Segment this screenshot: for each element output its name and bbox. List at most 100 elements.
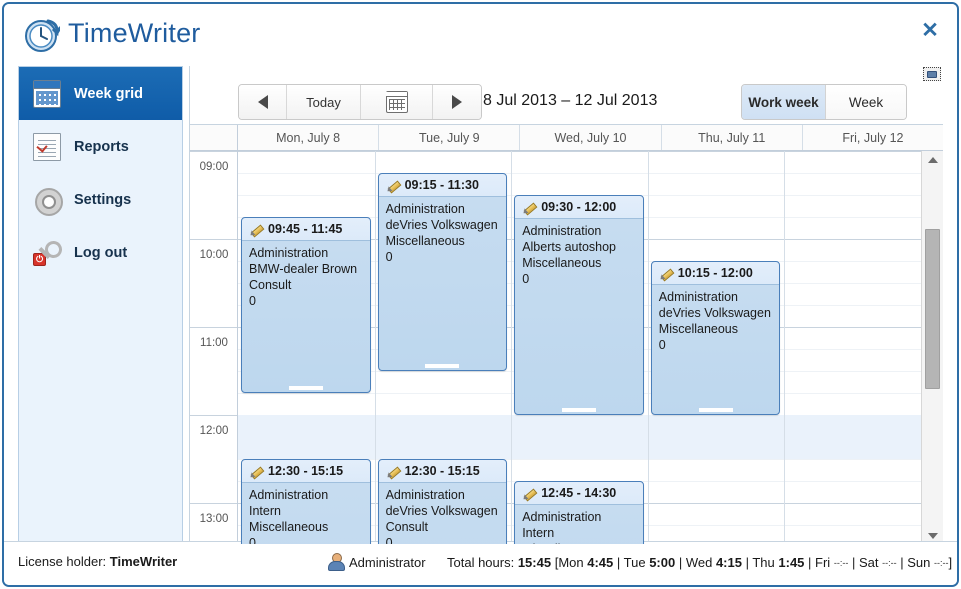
tab-week[interactable]: Week: [826, 85, 906, 119]
event-time: 12:45 - 14:30: [541, 486, 617, 500]
day-total-value: --:--: [833, 558, 849, 568]
hour-label: 10:00: [199, 249, 229, 261]
week-grid: Mon, July 8 Tue, July 9 Wed, July 10 Thu…: [190, 124, 943, 544]
event-header: 12:30 - 15:15: [378, 460, 507, 483]
day-column-separator: [511, 151, 513, 544]
highlighted-time-band: [238, 415, 921, 459]
event-body: Administration deVries Volkswagen Miscella…: [379, 197, 507, 265]
event-resize-handle[interactable]: [425, 364, 460, 366]
event-detail-line: deVries Volkswagen: [385, 504, 498, 518]
calendar-event[interactable]: 12:30 - 15:15 Administration Intern Miscell…: [241, 459, 371, 544]
calendar-icon: [33, 79, 61, 108]
event-detail-line: Miscellaneous: [385, 234, 465, 248]
hour-gridline: [238, 151, 921, 152]
calendar-event[interactable]: 10:15 - 12:00 Administration deVries Volks…: [650, 261, 781, 415]
calendar-event[interactable]: 12:30 - 15:15 Administration deVries Volks…: [377, 459, 508, 544]
event-detail-line: 0: [249, 294, 256, 308]
event-detail-line: deVries Volkswagen: [385, 218, 498, 232]
event-time: 09:30 - 12:00: [541, 200, 617, 214]
tab-work-week[interactable]: Work week: [742, 85, 826, 119]
prev-week-button[interactable]: [239, 85, 287, 119]
app-title: TimeWriter: [68, 18, 201, 48]
vertical-scrollbar[interactable]: [921, 151, 943, 544]
event-detail-line: Intern: [522, 526, 555, 540]
hour-label: 09:00: [199, 161, 229, 173]
day-header-row: Mon, July 8 Tue, July 9 Wed, July 10 Thu…: [190, 125, 943, 151]
date-range-label: 8 Jul 2013 – 12 Jul 2013: [483, 92, 658, 109]
calendar-event[interactable]: 09:45 - 11:45 Administration BMW-dealer Br…: [241, 217, 371, 393]
event-body: AdministrationInternMiscellaneous0: [515, 505, 643, 544]
time-gutter-header: [190, 125, 238, 150]
event-header: 09:30 - 12:00: [515, 196, 643, 219]
sidebar-item-label: Settings: [74, 191, 132, 208]
day-total-name: Tue: [623, 555, 646, 570]
pencil-icon: [523, 487, 536, 500]
total-hours-value: 15:45: [517, 555, 552, 570]
app-logo-icon: [25, 19, 60, 52]
event-time: 12:30 - 15:15: [404, 464, 480, 478]
event-detail-line: deVries Volkswagen: [658, 306, 771, 320]
title-bar: TimeWriter ✕: [4, 4, 957, 64]
day-total-value: 4:45: [587, 555, 614, 570]
sidebar-item-log-out[interactable]: ⏻ Log out: [19, 226, 182, 279]
hour-gridline: [190, 503, 237, 504]
chevron-left-icon: [257, 95, 268, 109]
close-icon[interactable]: ✕: [917, 17, 943, 43]
event-resize-handle[interactable]: [561, 408, 596, 410]
day-column-separator: [374, 151, 376, 544]
chevron-right-icon: [452, 95, 462, 109]
calendar-event[interactable]: 09:30 - 12:00 Administration Alberts autos…: [514, 195, 644, 415]
day-total-value: 4:15: [715, 555, 742, 570]
key-power-icon: ⏻: [33, 239, 61, 267]
today-button[interactable]: Today: [287, 85, 361, 119]
total-hours-summary: Total hours: 15:45 [Mon 4:45 | Tue 5:00 …: [447, 555, 953, 570]
sidebar-item-settings[interactable]: Settings: [19, 173, 182, 226]
pencil-icon: [660, 267, 673, 280]
license-holder: License holder: TimeWriter: [18, 554, 177, 569]
event-detail-line: Administration: [249, 488, 329, 502]
sidebar-item-reports[interactable]: Reports: [19, 120, 182, 173]
sidebar: Week grid Reports Settings ⏻ Log out: [18, 66, 183, 544]
event-detail-line: Miscellaneous: [658, 322, 739, 336]
hour-label: 11:00: [200, 337, 228, 349]
calendar-event[interactable]: 12:45 - 14:30 Administration InternMiscell…: [514, 481, 644, 544]
pencil-icon: [387, 465, 400, 478]
week-grid-body: 09:00 10:00 11:00 12:00 13:00 09:45 - 11:45 A…: [190, 151, 943, 544]
scrollbar-thumb[interactable]: [925, 229, 940, 389]
sidebar-item-label: Reports: [74, 138, 129, 155]
date-picker-button[interactable]: [361, 85, 433, 119]
event-time: 09:15 - 11:30: [404, 178, 479, 192]
event-detail-line: 0: [249, 536, 256, 544]
event-detail-line: Administration: [385, 202, 465, 216]
sidebar-item-week-grid[interactable]: Week grid: [19, 67, 182, 120]
next-week-button[interactable]: [433, 85, 481, 119]
grid-area[interactable]: 09:45 - 11:45 Administration BMW-dealer Br…: [238, 151, 921, 544]
report-icon: [33, 132, 61, 161]
scroll-up-button[interactable]: [922, 151, 943, 169]
event-resize-handle[interactable]: [698, 408, 733, 410]
event-detail-line: 0: [522, 272, 530, 286]
toolbar: Today 8 Jul 2013 – 12 Jul 2013 Work week…: [190, 66, 943, 124]
event-resize-handle[interactable]: [288, 386, 323, 388]
quarter-gridline: [238, 173, 921, 174]
license-prefix: License holder:: [18, 554, 107, 569]
day-total-value: 1:45: [778, 555, 805, 570]
pencil-icon: [250, 465, 263, 478]
event-detail-line: Consult: [385, 520, 428, 534]
hour-gridline: [190, 239, 237, 240]
total-hours-label: Total hours:: [447, 555, 515, 570]
event-header: 12:30 - 15:15: [242, 460, 370, 483]
hour-label: 12:00: [199, 425, 229, 437]
calendar-event[interactable]: 09:15 - 11:30 Administration deVries Volks…: [377, 173, 508, 371]
event-header: 10:15 - 12:00: [651, 262, 780, 285]
event-detail-line: Administration: [249, 246, 329, 260]
day-total-name: Wed: [685, 555, 713, 570]
event-detail-line: Intern: [249, 504, 281, 518]
day-header-thu: Thu, July 11: [662, 125, 803, 150]
day-header-tue: Tue, July 9: [379, 125, 521, 150]
window-restore-icon[interactable]: [923, 67, 941, 81]
pencil-icon: [523, 201, 536, 214]
day-column-separator: [647, 151, 649, 544]
event-detail-line: Miscellaneous: [249, 520, 329, 534]
hour-gridline: [190, 327, 237, 328]
